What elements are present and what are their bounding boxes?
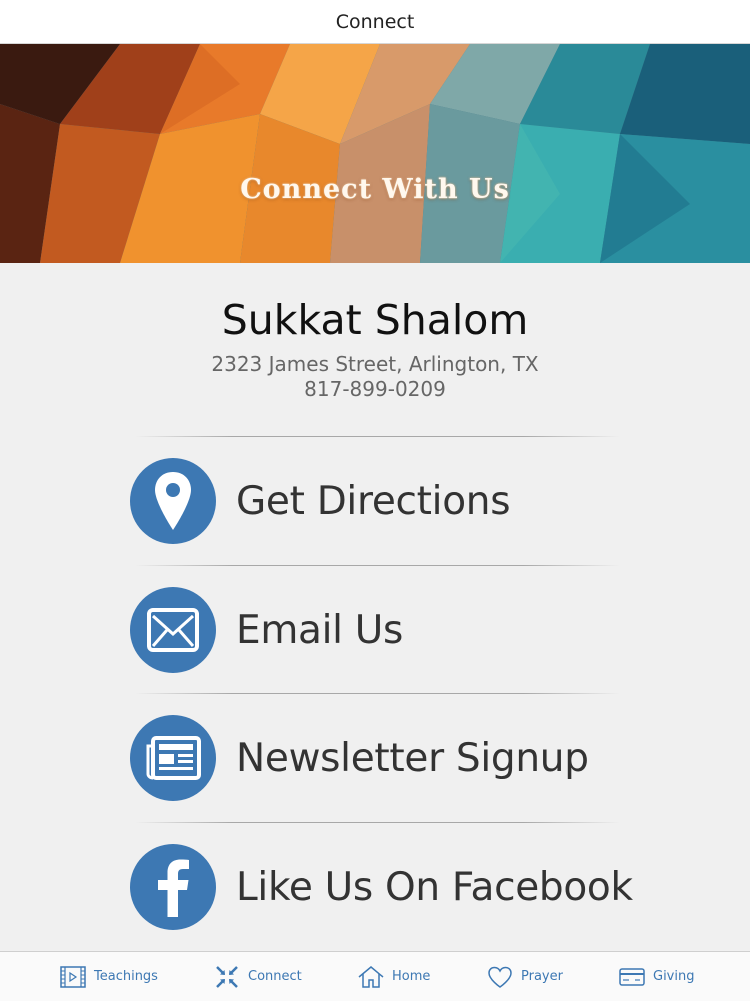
divider — [135, 693, 620, 694]
facebook-label: Like Us On Facebook — [236, 864, 633, 910]
tab-giving[interactable]: Giving — [619, 952, 694, 1001]
newsletter-signup-label: Newsletter Signup — [236, 735, 589, 781]
get-directions-button[interactable]: Get Directions — [130, 456, 650, 546]
home-icon — [358, 965, 384, 989]
tab-connect-label: Connect — [248, 969, 302, 984]
email-us-label: Email Us — [236, 607, 404, 653]
map-pin-icon — [130, 458, 216, 544]
header-banner: Connect With Us — [0, 44, 750, 263]
tab-prayer-label: Prayer — [521, 969, 563, 984]
divider — [135, 565, 620, 566]
connect-arrows-icon — [214, 964, 240, 990]
nav-title: Connect — [335, 10, 415, 33]
tab-bar: Teachings Connect Home Prayer Giving — [0, 951, 750, 1001]
navigation-bar: Connect — [0, 0, 750, 44]
heart-icon — [487, 966, 513, 988]
banner-title: Connect With Us — [240, 174, 510, 205]
organization-address: 2323 James Street, Arlington, TX — [211, 352, 539, 376]
tab-home-label: Home — [392, 969, 431, 984]
divider — [135, 436, 620, 437]
tab-teachings-label: Teachings — [94, 969, 158, 984]
divider — [135, 822, 620, 823]
organization-info: Sukkat Shalom 2323 James Street, Arlingt… — [0, 292, 750, 402]
tab-teachings[interactable]: Teachings — [60, 952, 158, 1001]
facebook-button[interactable]: Like Us On Facebook — [130, 842, 650, 932]
envelope-icon — [130, 587, 216, 673]
email-us-button[interactable]: Email Us — [130, 585, 650, 675]
tab-connect[interactable]: Connect — [214, 952, 302, 1001]
tab-giving-label: Giving — [653, 969, 695, 984]
organization-phone[interactable]: 817-899-0209 — [0, 377, 750, 402]
polygon-background — [0, 44, 750, 263]
facebook-icon — [130, 844, 216, 930]
credit-card-icon — [619, 967, 645, 987]
organization-name: Sukkat Shalom — [221, 296, 529, 344]
newsletter-signup-button[interactable]: Newsletter Signup — [130, 713, 650, 803]
tab-prayer[interactable]: Prayer — [487, 952, 563, 1001]
get-directions-label: Get Directions — [236, 478, 511, 524]
film-icon — [60, 965, 86, 988]
tab-home[interactable]: Home — [358, 952, 430, 1001]
newspaper-icon — [130, 715, 216, 801]
